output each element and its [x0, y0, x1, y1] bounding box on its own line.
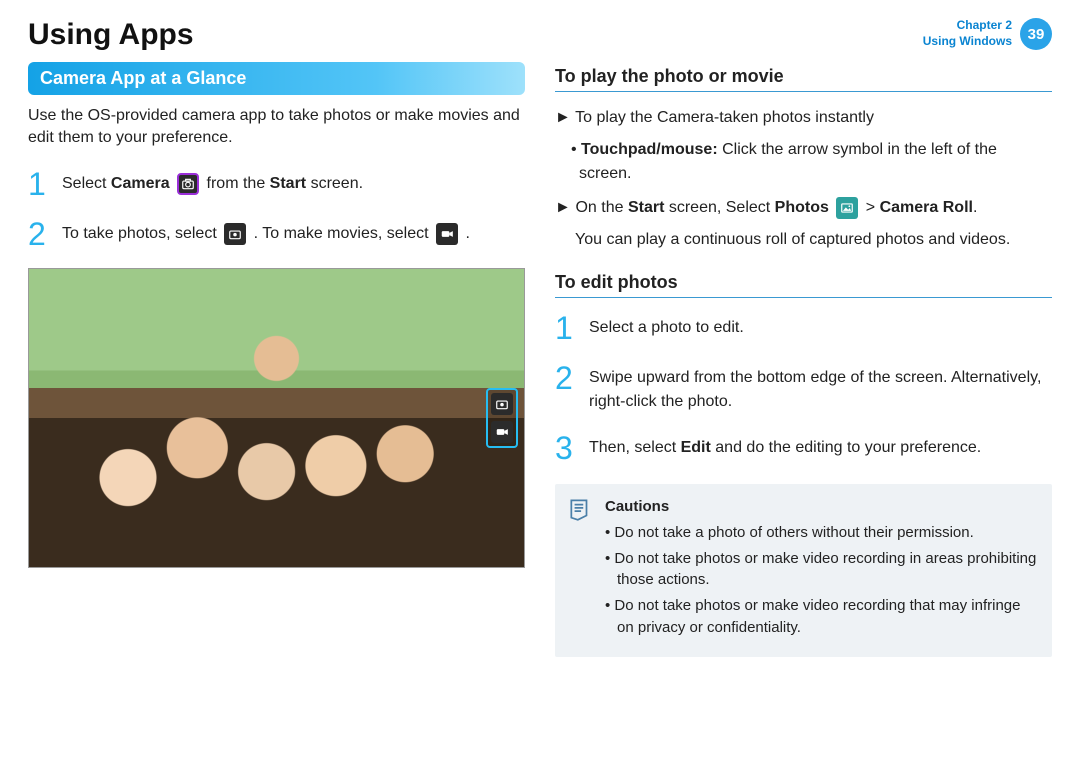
play-item-2-detail: You can play a continuous roll of captur… — [555, 228, 1052, 252]
step-text: Then, select Edit and do the editing to … — [589, 432, 981, 460]
step-number: 2 — [555, 362, 577, 394]
page-title: Using Apps — [28, 18, 194, 52]
step-text: Select Camera from the Start screen. — [62, 168, 363, 196]
play-section: To play the photo or movie ► To play the… — [555, 66, 1052, 252]
caution-item: Do not take a photo of others without th… — [605, 522, 1038, 544]
caution-item: Do not take photos or make video recordi… — [605, 595, 1038, 639]
page-header: Using Apps Chapter 2 Using Windows 39 — [28, 18, 1052, 52]
play-item-2: ► On the Start screen, Select Photos > C… — [555, 196, 1052, 220]
left-column: Camera App at a Glance Use the OS-provid… — [28, 62, 525, 657]
intro-paragraph: Use the OS-provided camera app to take p… — [28, 105, 525, 150]
note-icon — [567, 496, 593, 522]
step-text: Swipe upward from the bottom edge of the… — [589, 362, 1052, 414]
section-heading: Camera App at a Glance — [28, 62, 525, 95]
subheading: To edit photos — [555, 272, 1052, 298]
cautions-list: Do not take a photo of others without th… — [605, 522, 1038, 639]
triangle-bullet-icon: ► — [555, 196, 571, 220]
photos-app-icon — [836, 197, 858, 219]
subheading: To play the photo or movie — [555, 66, 1052, 92]
content-columns: Camera App at a Glance Use the OS-provid… — [28, 62, 1052, 657]
edit-section: To edit photos 1 Select a photo to edit.… — [555, 272, 1052, 464]
camera-controls-overlay — [486, 388, 518, 448]
caution-item: Do not take photos or make video recordi… — [605, 548, 1038, 592]
photo-mode-icon — [224, 223, 246, 245]
chapter-label: Chapter 2 — [923, 18, 1012, 34]
camera-app-icon — [177, 173, 199, 195]
chapter-section: Using Windows — [923, 34, 1012, 50]
manual-page: Using Apps Chapter 2 Using Windows 39 Ca… — [0, 0, 1080, 677]
cautions-box: Cautions Do not take a photo of others w… — [555, 484, 1052, 657]
camera-app-screenshot — [28, 268, 525, 568]
step-1: 1 Select Camera from the Start screen. — [28, 168, 525, 200]
cautions-title: Cautions — [605, 496, 1038, 518]
edit-step-1: 1 Select a photo to edit. — [555, 312, 1052, 344]
page-number-badge: 39 — [1020, 18, 1052, 50]
chapter-info: Chapter 2 Using Windows 39 — [923, 18, 1052, 50]
edit-step-2: 2 Swipe upward from the bottom edge of t… — [555, 362, 1052, 414]
photo-mode-icon — [491, 393, 513, 415]
play-item-1: ► To play the Camera-taken photos instan… — [555, 106, 1052, 130]
step-number: 3 — [555, 432, 577, 464]
step-number: 2 — [28, 218, 50, 250]
triangle-bullet-icon: ► — [555, 106, 571, 130]
video-mode-icon — [491, 421, 513, 443]
step-number: 1 — [28, 168, 50, 200]
step-text: Select a photo to edit. — [589, 312, 744, 340]
step-2: 2 To take photos, select . To make movie… — [28, 218, 525, 250]
step-text: To take photos, select . To make movies,… — [62, 218, 470, 246]
step-number: 1 — [555, 312, 577, 344]
edit-step-3: 3 Then, select Edit and do the editing t… — [555, 432, 1052, 464]
chapter-text: Chapter 2 Using Windows — [923, 18, 1012, 49]
play-item-1-detail: • Touchpad/mouse: Click the arrow symbol… — [555, 138, 1052, 186]
video-mode-icon — [436, 223, 458, 245]
right-column: To play the photo or movie ► To play the… — [555, 62, 1052, 657]
